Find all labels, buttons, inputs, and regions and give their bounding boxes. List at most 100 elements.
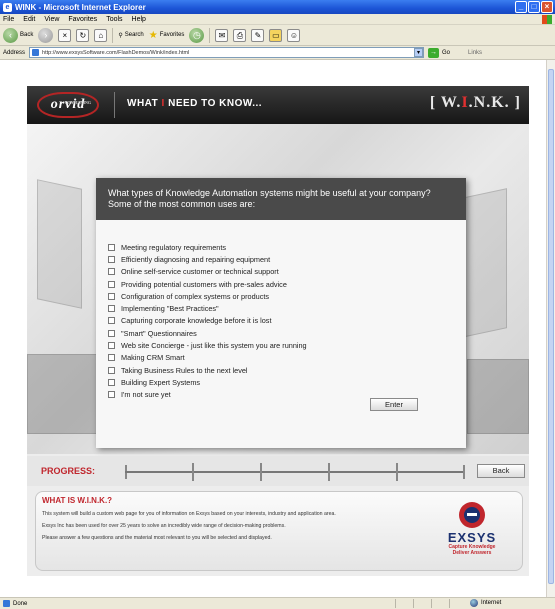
status-bar: Done Internet xyxy=(0,597,555,609)
option-label: Online self-service customer or technica… xyxy=(121,267,279,277)
info-line: Exsys Inc has been used for over 25 year… xyxy=(42,523,286,529)
progress-tick xyxy=(396,463,398,481)
option-checkbox[interactable] xyxy=(108,268,115,276)
page-status-icon xyxy=(3,600,10,607)
search-button[interactable]: ⚲ Search xyxy=(118,32,143,39)
progress-tick xyxy=(328,463,330,481)
option-checkbox[interactable] xyxy=(108,366,115,374)
close-button[interactable]: × xyxy=(541,1,553,13)
menu-view[interactable]: View xyxy=(44,16,59,23)
option-checkbox[interactable] xyxy=(108,243,115,251)
option-checkbox[interactable] xyxy=(108,329,115,337)
search-label: Search xyxy=(124,32,144,38)
address-input[interactable]: http://www.exsysSoftware.com/FlashDemos/… xyxy=(29,47,425,58)
star-icon: ★ xyxy=(148,29,158,41)
background-shape xyxy=(27,354,97,434)
progress-label: PROGRESS: xyxy=(41,466,96,476)
page-viewport: CONSULTING orvid WHAT I NEED TO KNOW... … xyxy=(0,60,546,597)
option-item[interactable]: Implementing "Best Practices" xyxy=(108,302,307,314)
toolbar-separator xyxy=(209,27,211,43)
orvid-logo: CONSULTING orvid xyxy=(37,92,99,118)
option-label: "Smart" Questionnaires xyxy=(121,328,197,338)
info-line: This system will build a custom web page… xyxy=(42,511,336,517)
back-button[interactable]: ‹ Back xyxy=(3,27,34,43)
option-item[interactable]: "Smart" Questionnaires xyxy=(108,327,307,339)
windows-flag-icon xyxy=(542,14,552,24)
address-dropdown-icon[interactable]: ▾ xyxy=(414,48,424,57)
option-checkbox[interactable] xyxy=(108,280,115,288)
refresh-button[interactable]: ↻ xyxy=(76,28,90,42)
options-list: Meeting regulatory requirements Efficient… xyxy=(108,241,307,401)
background-shape xyxy=(37,179,82,309)
info-line: Please answer a few questions and the ma… xyxy=(42,535,272,541)
info-title: WHAT IS W.I.N.K.? xyxy=(42,496,113,505)
menu-help[interactable]: Help xyxy=(132,16,146,23)
option-label: Providing potential customers with pre-s… xyxy=(121,279,287,289)
option-item[interactable]: Web site Concierge - just like this syst… xyxy=(108,339,307,351)
stage-background: What types of Knowledge Automation syste… xyxy=(27,124,529,454)
stop-button[interactable]: × xyxy=(58,28,72,42)
go-arrow-icon[interactable]: → xyxy=(428,47,440,58)
exsys-tagline-2: Deliver Answers xyxy=(452,549,492,556)
back-label: Back xyxy=(20,32,34,38)
status-divider xyxy=(449,599,450,608)
links-button[interactable]: Links xyxy=(468,50,482,56)
window-titlebar: e WINK - Microsoft Internet Explorer _ □… xyxy=(0,0,555,14)
home-button[interactable]: ⌂ xyxy=(94,28,108,42)
menu-tools[interactable]: Tools xyxy=(106,16,122,23)
folder-button[interactable]: ▭ xyxy=(269,28,283,42)
option-label: Building Expert Systems xyxy=(121,377,201,387)
option-item[interactable]: Taking Business Rules to the next level xyxy=(108,364,307,376)
option-label: Meeting regulatory requirements xyxy=(121,242,227,252)
favorites-label: Favorites xyxy=(159,32,185,38)
option-item[interactable]: I'm not sure yet xyxy=(108,389,307,401)
option-checkbox[interactable] xyxy=(108,317,115,325)
menu-file[interactable]: File xyxy=(3,16,14,23)
option-checkbox[interactable] xyxy=(108,255,115,263)
forward-button[interactable]: › xyxy=(38,27,54,43)
option-checkbox[interactable] xyxy=(108,305,115,313)
option-item[interactable]: Meeting regulatory requirements xyxy=(108,241,307,253)
option-checkbox[interactable] xyxy=(108,391,115,399)
option-label: Efficiently diagnosing and repairing equ… xyxy=(121,254,271,264)
option-item[interactable]: Efficiently diagnosing and repairing equ… xyxy=(108,253,307,265)
back-button-app[interactable]: Back xyxy=(477,464,525,478)
option-item[interactable]: Providing potential customers with pre-s… xyxy=(108,278,307,290)
menu-edit[interactable]: Edit xyxy=(23,16,35,23)
address-bar: Address http://www.exsysSoftware.com/Fla… xyxy=(0,46,555,60)
status-divider xyxy=(413,599,414,608)
status-divider xyxy=(395,599,396,608)
option-checkbox[interactable] xyxy=(108,378,115,386)
wink-app: CONSULTING orvid WHAT I NEED TO KNOW... … xyxy=(27,86,529,576)
scrollbar-thumb[interactable] xyxy=(548,69,554,584)
option-checkbox[interactable] xyxy=(108,292,115,300)
print-button[interactable]: ⎙ xyxy=(233,28,247,42)
option-item[interactable]: Capturing corporate knowledge before it … xyxy=(108,315,307,327)
question-text: What types of Knowledge Automation syste… xyxy=(96,178,466,220)
header-divider xyxy=(114,92,115,118)
go-button[interactable]: Go xyxy=(442,50,450,56)
edit-button[interactable]: ✎ xyxy=(251,28,265,42)
option-checkbox[interactable] xyxy=(108,354,115,362)
option-item[interactable]: Configuration of complex systems or prod… xyxy=(108,290,307,302)
enter-button[interactable]: Enter xyxy=(370,398,418,411)
ie-icon: e xyxy=(3,2,12,12)
option-item[interactable]: Making CRM Smart xyxy=(108,352,307,364)
favorites-button[interactable]: ★ Favorites xyxy=(149,30,185,41)
option-item[interactable]: Building Expert Systems xyxy=(108,376,307,388)
messenger-button[interactable]: ☺ xyxy=(287,28,301,42)
option-item[interactable]: Online self-service customer or technica… xyxy=(108,266,307,278)
menu-favorites[interactable]: Favorites xyxy=(68,16,97,23)
question-panel: What types of Knowledge Automation syste… xyxy=(96,178,466,448)
address-label: Address xyxy=(3,49,26,56)
vertical-scrollbar[interactable] xyxy=(546,60,555,597)
progress-tick xyxy=(260,463,262,481)
minimize-button[interactable]: _ xyxy=(515,1,527,13)
maximize-button[interactable]: □ xyxy=(528,1,540,13)
page-icon xyxy=(32,49,40,56)
browser-toolbar: ‹ Back › × ↻ ⌂ ⚲ Search ★ Favorites ◷ ✉ … xyxy=(0,25,555,46)
history-button[interactable]: ◷ xyxy=(189,27,205,43)
mail-button[interactable]: ✉ xyxy=(215,28,229,42)
option-checkbox[interactable] xyxy=(108,342,115,350)
security-zone: Internet xyxy=(470,599,501,607)
